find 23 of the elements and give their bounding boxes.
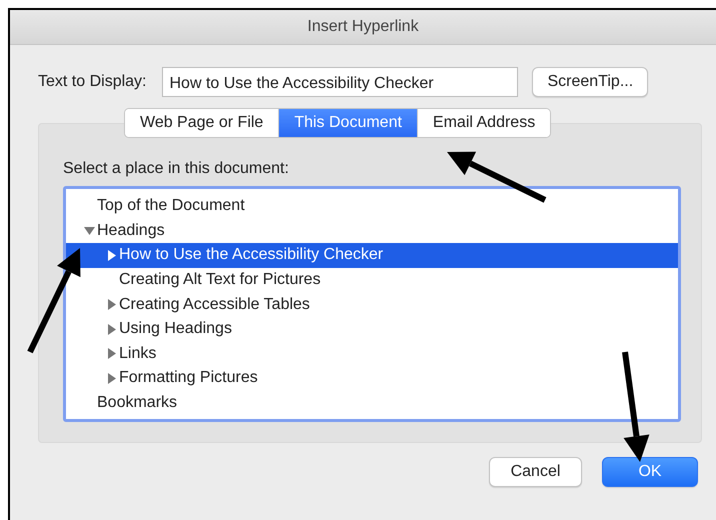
- tree-item[interactable]: Creating Alt Text for Pictures: [66, 268, 678, 292]
- expand-triangle-icon[interactable]: [106, 348, 117, 360]
- expand-triangle-icon[interactable]: [106, 372, 117, 384]
- expand-triangle-icon[interactable]: [106, 324, 117, 335]
- place-label: Select a place in this document:: [63, 160, 290, 178]
- tree-item[interactable]: Links: [66, 342, 678, 366]
- window-title: Insert Hyperlink: [307, 18, 419, 36]
- collapse-triangle-icon[interactable]: [84, 225, 95, 236]
- text-to-display-field[interactable]: How to Use the Accessibility Checker: [162, 67, 518, 97]
- tab[interactable]: This Document: [279, 109, 418, 137]
- field-label: Text to Display:: [38, 73, 146, 91]
- tab[interactable]: Web Page or File: [125, 109, 280, 137]
- tree-item[interactable]: How to Use the Accessibility Checker: [66, 243, 678, 268]
- cancel-button[interactable]: Cancel: [489, 457, 582, 487]
- screentip-button[interactable]: ScreenTip...: [532, 67, 648, 97]
- tree-item[interactable]: Top of the Document: [66, 194, 678, 219]
- tree-item[interactable]: Creating Accessible Tables: [66, 292, 678, 317]
- tree-item[interactable]: Formatting Pictures: [66, 366, 678, 391]
- expand-triangle-icon[interactable]: [106, 250, 117, 261]
- tree-item[interactable]: Using Headings: [66, 316, 678, 342]
- tree-item[interactable]: Headings: [66, 218, 678, 244]
- tree-item[interactable]: Bookmarks: [66, 390, 678, 416]
- expand-triangle-icon[interactable]: [106, 299, 117, 310]
